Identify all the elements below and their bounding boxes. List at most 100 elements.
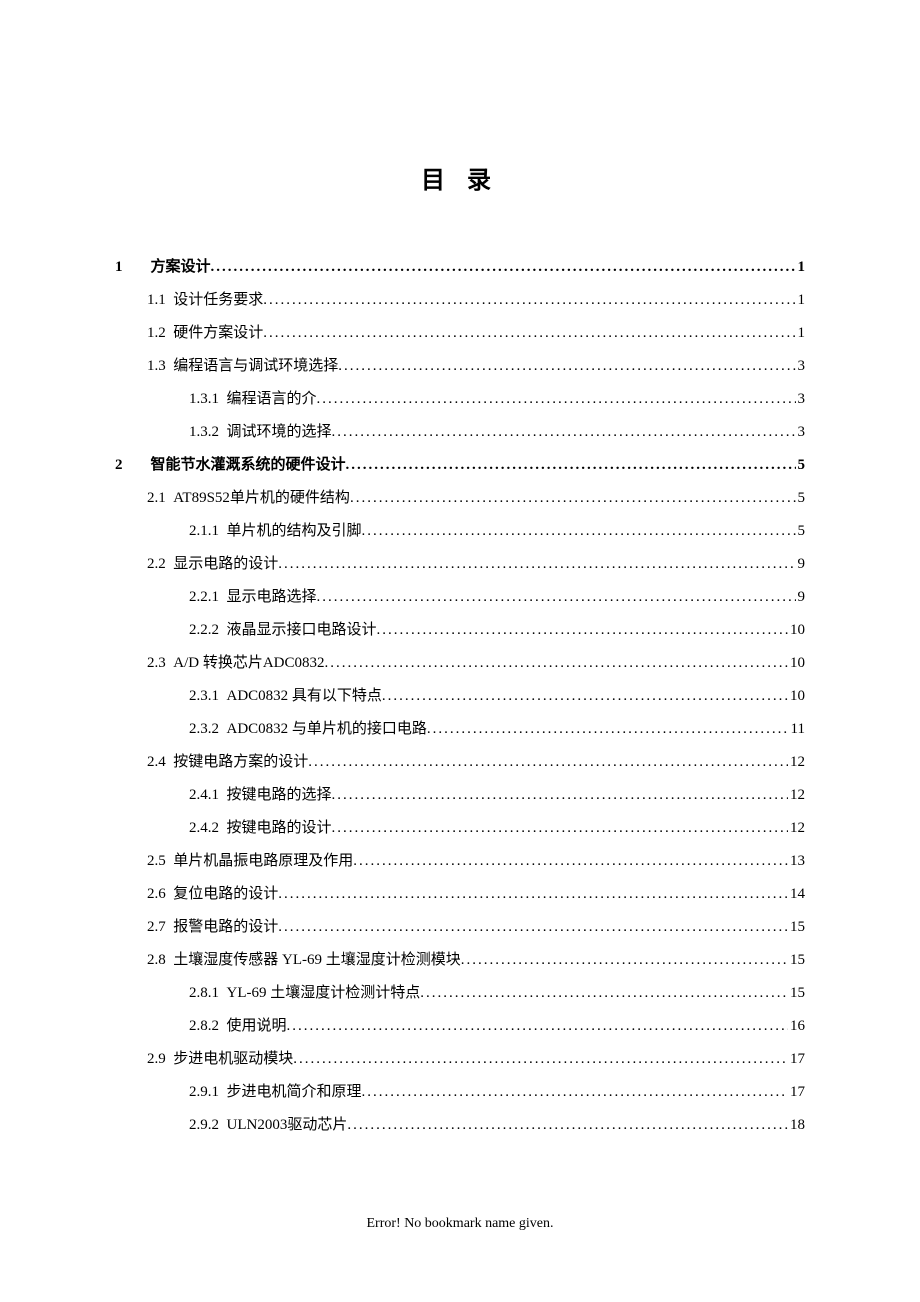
toc-entry-number: 2.1.1 xyxy=(189,515,219,548)
toc-entry-page: 10 xyxy=(788,614,805,647)
toc-entry-text: 复位电路的设计 xyxy=(173,878,278,911)
toc-entry-number: 1.1 xyxy=(147,284,166,317)
toc-entry-number: 1.3 xyxy=(147,350,166,383)
toc-entry-page: 12 xyxy=(788,812,805,845)
toc-entry-page: 15 xyxy=(788,944,805,977)
toc-entry: 2.2.2液晶显示接口电路设计10 xyxy=(115,614,805,647)
toc-entry-number: 2.1 xyxy=(147,482,166,515)
toc-entry: 2.1.1单片机的结构及引脚5 xyxy=(115,515,805,548)
toc-entry-page: 9 xyxy=(796,581,806,614)
toc-entry-text: YL-69 土壤湿度计检测计特点 xyxy=(227,977,421,1010)
toc-entry-page: 14 xyxy=(788,878,805,911)
toc-entry-page: 3 xyxy=(796,350,806,383)
toc-entry-number: 1.3.2 xyxy=(189,416,219,449)
toc-entry-number: 2.4.2 xyxy=(189,812,219,845)
toc-entry-number: 2.9.1 xyxy=(189,1076,219,1109)
toc-leader-dots xyxy=(332,812,788,845)
toc-entry-page: 1 xyxy=(796,317,806,350)
toc-entry-number: 2.9.2 xyxy=(189,1109,219,1142)
toc-entry: 1.3.1 编程语言的介 3 xyxy=(115,383,805,416)
toc-entry-text: 单片机晶振电路原理及作用 xyxy=(173,845,353,878)
toc-entry: 2.8.1 YL-69 土壤湿度计检测计特点 15 xyxy=(115,977,805,1010)
toc-entry-text: 使用说明 xyxy=(227,1010,287,1043)
toc-leader-dots xyxy=(377,614,788,647)
toc-entry-number: 1.3.1 xyxy=(189,383,219,416)
toc-entry-number: 2.5 xyxy=(147,845,166,878)
toc-entry-number: 2.8 xyxy=(147,944,166,977)
toc-entry: 1.1 设计任务要求 1 xyxy=(115,284,805,317)
toc-entry: 2.4.2按键电路的设计12 xyxy=(115,812,805,845)
toc-entry-text: 编程语言与调试环境选择 xyxy=(173,350,338,383)
toc-entry-page: 15 xyxy=(788,977,805,1010)
toc-entry-text: 编程语言的介 xyxy=(227,383,317,416)
toc-leader-dots xyxy=(332,416,796,449)
toc-entry-number: 2 xyxy=(115,449,143,482)
toc-entry-page: 1 xyxy=(796,251,806,284)
toc-entry: 2.4按键电路方案的设计12 xyxy=(115,746,805,779)
toc-entry-number: 2.8.1 xyxy=(189,977,219,1010)
toc-entry-page: 17 xyxy=(788,1076,805,1109)
toc-entry: 1方案设计1 xyxy=(115,251,805,284)
toc-leader-dots xyxy=(287,1010,788,1043)
toc-entry-text: 设计任务要求 xyxy=(173,284,263,317)
toc-leader-dots xyxy=(346,449,796,482)
toc-leader-dots xyxy=(278,911,788,944)
toc-leader-dots xyxy=(382,680,788,713)
toc-entry-page: 16 xyxy=(788,1010,805,1043)
toc-entry-text: 报警电路的设计 xyxy=(173,911,278,944)
toc-leader-dots xyxy=(325,647,788,680)
toc-entry-text: 按键电路的选择 xyxy=(227,779,332,812)
toc-leader-dots xyxy=(317,581,796,614)
toc-leader-dots xyxy=(338,350,795,383)
toc-leader-dots xyxy=(420,977,788,1010)
toc-title: 目 录 xyxy=(115,160,805,195)
toc-entry-text: ULN2003驱动芯片 xyxy=(227,1109,348,1142)
toc-entry-text: 步进电机驱动模块 xyxy=(173,1043,293,1076)
toc-entry-page: 18 xyxy=(788,1109,805,1142)
toc-leader-dots xyxy=(211,251,796,284)
toc-entry-page: 12 xyxy=(788,779,805,812)
toc-leader-dots xyxy=(461,944,788,977)
toc-entry-text: 步进电机简介和原理 xyxy=(227,1076,362,1109)
toc-entry: 2.8土壤湿度传感器 YL-69 土壤湿度计检测模块15 xyxy=(115,944,805,977)
toc-entry-text: ADC0832 与单片机的接口电路 xyxy=(227,713,427,746)
toc-entry-number: 2.4 xyxy=(147,746,166,779)
toc-entry-page: 3 xyxy=(796,416,806,449)
toc-entry-number: 2.8.2 xyxy=(189,1010,219,1043)
toc-entry: 2.2显示电路的设计9 xyxy=(115,548,805,581)
toc-entry-text: 按键电路方案的设计 xyxy=(173,746,308,779)
toc-entry: 2.9步进电机驱动模块17 xyxy=(115,1043,805,1076)
toc-entry-page: 17 xyxy=(788,1043,805,1076)
toc-entry-text: 液晶显示接口电路设计 xyxy=(227,614,377,647)
toc-leader-dots xyxy=(317,383,796,416)
toc-leader-dots xyxy=(350,482,796,515)
toc-leader-dots xyxy=(332,779,788,812)
toc-entry-number: 2.6 xyxy=(147,878,166,911)
toc-entry-number: 2.3.2 xyxy=(189,713,219,746)
toc-leader-dots xyxy=(427,713,789,746)
toc-entry-page: 5 xyxy=(796,482,806,515)
toc-leader-dots xyxy=(278,548,795,581)
toc-leader-dots xyxy=(362,1076,788,1109)
toc-entry: 2.6 复位电路的设计 14 xyxy=(115,878,805,911)
toc-entry-text: 显示电路选择 xyxy=(227,581,317,614)
toc-entry: 2智能节水灌溉系统的硬件设计5 xyxy=(115,449,805,482)
toc-entry-page: 15 xyxy=(788,911,805,944)
toc-entry-number: 2.3 xyxy=(147,647,166,680)
toc-entry: 2.4.1 按键电路的选择 12 xyxy=(115,779,805,812)
toc-entry: 2.5单片机晶振电路原理及作用13 xyxy=(115,845,805,878)
toc-entry-text: A/D 转换芯片ADC0832 xyxy=(173,647,324,680)
toc-entry-page: 5 xyxy=(796,515,806,548)
toc-entry-page: 11 xyxy=(789,713,805,746)
toc-entry-number: 2.4.1 xyxy=(189,779,219,812)
toc-entry-number: 2.2 xyxy=(147,548,166,581)
toc-entry-text: 智能节水灌溉系统的硬件设计 xyxy=(151,449,346,482)
toc-entry-number: 2.3.1 xyxy=(189,680,219,713)
footer-error-text: Error! No bookmark name given. xyxy=(0,1216,920,1232)
toc-entry: 1.3.2调试环境的选择3 xyxy=(115,416,805,449)
toc-entry: 2.9.2 ULN2003驱动芯片 18 xyxy=(115,1109,805,1142)
toc-entry-page: 1 xyxy=(796,284,806,317)
toc-entry: 2.3.1ADC0832 具有以下特点10 xyxy=(115,680,805,713)
toc-entry-page: 3 xyxy=(796,383,806,416)
toc-entry: 2.2.1显示电路选择9 xyxy=(115,581,805,614)
